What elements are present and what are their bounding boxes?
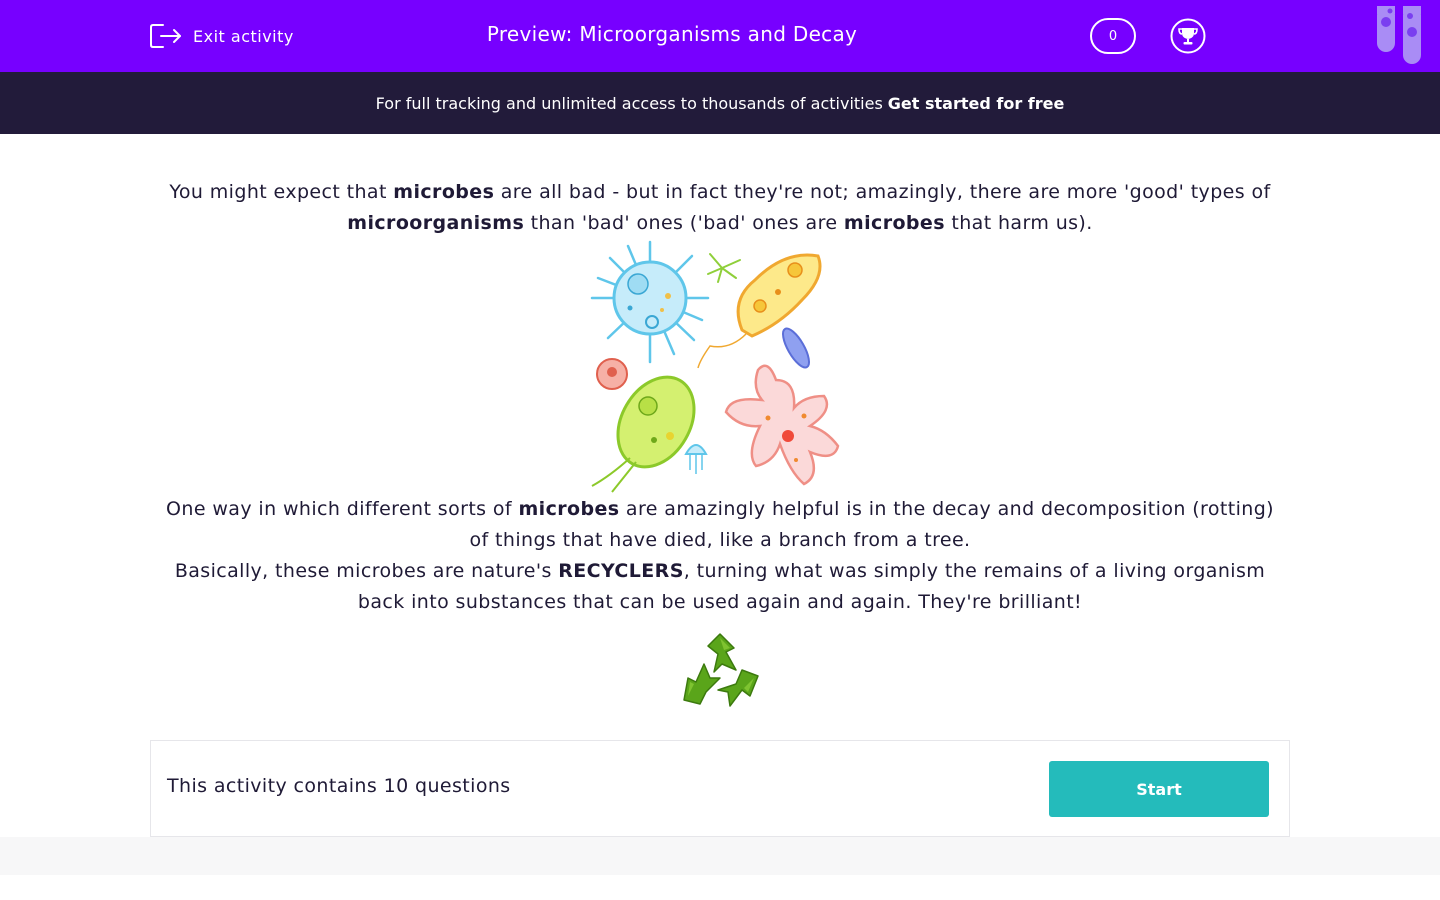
intro-paragraph-1: You might expect that microbes are all b… [169, 181, 1271, 234]
banner-text: For full tracking and unlimited access t… [375, 93, 883, 113]
footer-strip [0, 837, 1440, 875]
trophy-icon[interactable] [1170, 18, 1206, 54]
recycle-icon [683, 633, 759, 707]
signup-banner: For full tracking and unlimited access t… [0, 72, 1440, 134]
microbes-illustration [590, 240, 840, 493]
score-value: 0 [1108, 28, 1118, 44]
intro-paragraph-3: Basically, these microbes are nature's R… [174, 560, 1266, 613]
get-started-link[interactable]: Get started for free [888, 94, 1065, 113]
page-title: Preview: Microorganisms and Decay [486, 22, 858, 46]
intro-paragraph-2: One way in which different sorts of micr… [166, 498, 1274, 551]
intro-content: You might expect that microbes are all b… [160, 177, 1280, 714]
start-button[interactable]: Start [1049, 761, 1269, 817]
test-tubes-icon [1377, 6, 1421, 64]
activity-card: This activity contains 10 questions Star… [150, 740, 1290, 837]
score-counter: 0 [1090, 18, 1136, 54]
top-bar: Exit activity Preview: Microorganisms an… [0, 0, 1440, 72]
question-count-text: This activity contains 10 questions [167, 775, 511, 797]
